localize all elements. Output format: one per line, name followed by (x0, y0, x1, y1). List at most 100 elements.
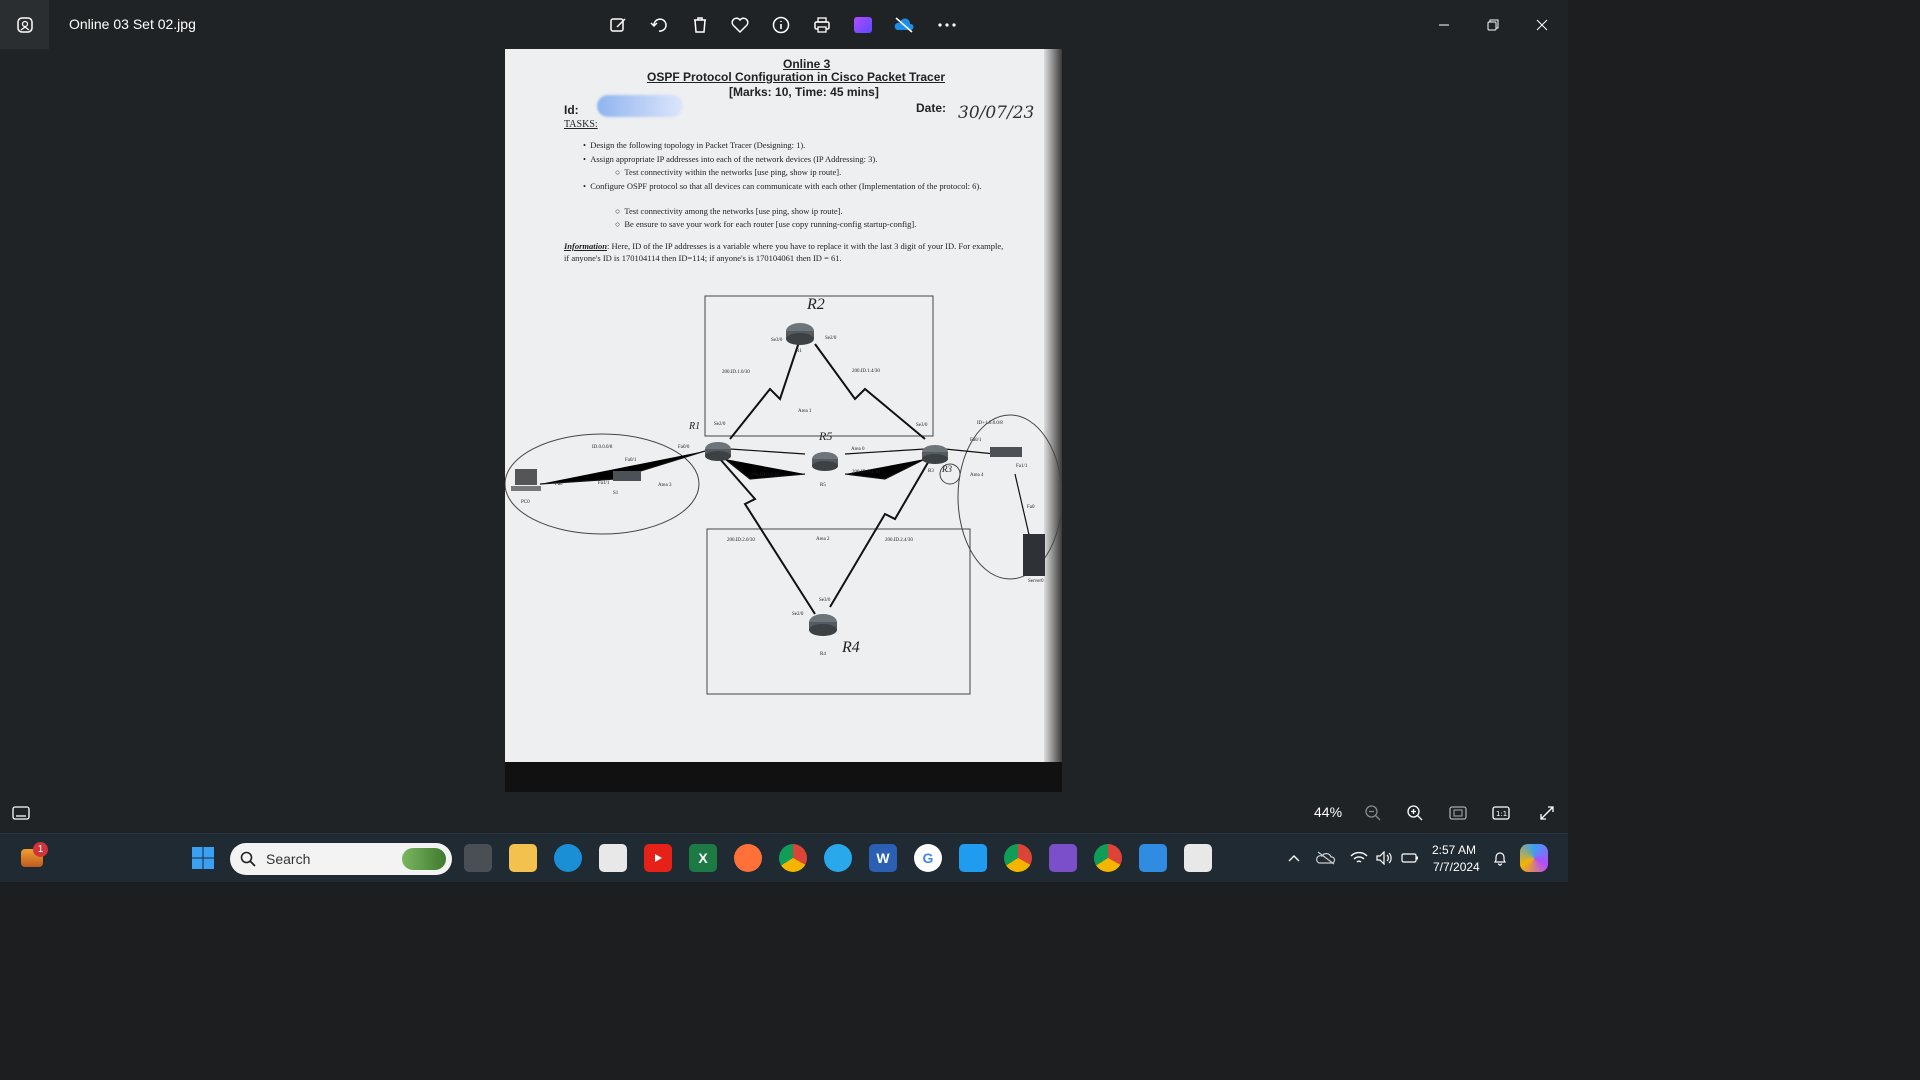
r5-handwritten: R5 (819, 429, 833, 443)
r1-se30-label: Se3/0 (771, 338, 783, 343)
edge-icon[interactable] (554, 844, 582, 872)
firefox-icon[interactable] (734, 844, 762, 872)
lan-right-label: ID+1.0.0.0/8 (977, 421, 1003, 426)
visual-studio-icon[interactable] (1049, 844, 1077, 872)
restore-icon[interactable] (1478, 10, 1508, 40)
r3-label: R3 (928, 469, 934, 474)
zoom-in-icon[interactable] (1402, 800, 1428, 826)
rotate-icon[interactable] (646, 12, 672, 38)
youtube-icon[interactable] (644, 844, 672, 872)
show-hidden-icons-icon[interactable] (1280, 844, 1308, 872)
snipping-tool-icon[interactable] (1184, 844, 1212, 872)
redacted-id-blur (597, 95, 683, 117)
date-handwritten: 30/07/23 (958, 103, 1035, 123)
id-label: Id: (564, 103, 579, 117)
search-icon (240, 851, 256, 867)
switch-s1-icon (613, 471, 641, 481)
area4-label: Area 4 (970, 473, 984, 478)
doc-title: OSPF Protocol Configuration in Cisco Pac… (647, 70, 946, 84)
server-fa0-label: Fa0 (1027, 505, 1035, 510)
task-3a: ○ Test connectivity among the networks [… (615, 206, 843, 216)
r1-label: R1 (796, 349, 802, 354)
notifications-bell-icon[interactable] (1486, 844, 1514, 872)
clock-date[interactable]: 7/7/2024 (1433, 860, 1480, 874)
task-3: • Configure OSPF protocol so that all de… (583, 181, 982, 191)
taskbar-search-box[interactable]: Search (230, 843, 452, 875)
switch-right-icon (990, 447, 1022, 457)
photos-app-icon[interactable] (0, 0, 49, 49)
s1-label: S1 (613, 491, 619, 496)
server0-icon (1023, 534, 1045, 576)
task-3b: ○ Be ensure to save your work for each r… (615, 219, 917, 229)
network-topology-diagram (505, 295, 1062, 695)
router-r4-icon (809, 614, 837, 636)
chrome-icon[interactable] (779, 844, 807, 872)
server0-label: Server0 (1028, 579, 1044, 584)
more-options-icon[interactable] (934, 12, 960, 38)
pc0-icon (511, 469, 541, 491)
volume-icon[interactable] (1370, 844, 1398, 872)
doc-heading: Online 3 (783, 57, 831, 71)
image-viewer[interactable]: Online 3 OSPF Protocol Configuration in … (0, 49, 1568, 792)
router-r5-icon (812, 452, 838, 471)
microsoft-store-icon[interactable] (599, 844, 627, 872)
s1-fa11-label: Fa1/1 (598, 481, 610, 486)
chrome-profile-icon[interactable] (1004, 844, 1032, 872)
chrome-profile-2-icon[interactable] (1094, 844, 1122, 872)
windows-taskbar: 1 Search X W G 2:57 AM 7/7/2024 (0, 833, 1568, 882)
copilot-icon[interactable] (1520, 844, 1548, 872)
pc-fa0-label: Fa0 (555, 482, 563, 487)
r3-handwritten: R3 (942, 464, 952, 474)
minimize-icon[interactable] (1429, 10, 1459, 40)
actual-size-icon[interactable]: 1:1 (1488, 800, 1514, 826)
clock-time[interactable]: 2:57 AM (1432, 843, 1476, 857)
excel-icon[interactable]: X (689, 844, 717, 872)
exam-paper-photo: Online 3 OSPF Protocol Configuration in … (505, 49, 1062, 792)
edit-image-icon[interactable] (605, 12, 631, 38)
photos-taskbar-icon[interactable] (1139, 844, 1167, 872)
r2-handwritten: R2 (807, 296, 825, 313)
task-2: • Assign appropriate IP addresses into e… (583, 154, 878, 164)
favorite-icon[interactable] (727, 12, 753, 38)
photos-app-window: Online 03 Set 02.jpg Online 3 OSPF Proto… (0, 0, 1568, 882)
switch-right-fa11: Fa1/1 (1016, 464, 1028, 469)
r4-se30-label: Se3/0 (819, 598, 831, 603)
information-paragraph: Information: Here, ID of the IP addresse… (564, 241, 1004, 263)
fit-to-window-icon[interactable] (1445, 800, 1471, 826)
svg-text:1:1: 1:1 (1496, 810, 1507, 818)
doc-marks: [Marks: 10, Time: 45 mins] (729, 85, 879, 99)
info-icon[interactable] (768, 12, 794, 38)
onedrive-off-icon[interactable] (891, 12, 917, 38)
s1-fa01-label: Fa0/1 (625, 458, 637, 463)
r1-left-handwritten: R1 (689, 421, 701, 432)
r5-label: R5 (820, 483, 826, 488)
clipchamp-icon[interactable] (850, 12, 876, 38)
delete-icon[interactable] (687, 12, 713, 38)
area2-label: Area 2 (816, 537, 830, 542)
viewer-bottom-bar: 44% 1:1 (0, 792, 1568, 833)
word-icon[interactable]: W (869, 844, 897, 872)
close-icon[interactable] (1527, 10, 1557, 40)
start-windows-icon[interactable] (189, 844, 217, 872)
task-view-icon[interactable] (464, 844, 492, 872)
telegram-icon[interactable] (824, 844, 852, 872)
net-top-left: 200.ID.1.0/30 (722, 370, 750, 375)
net-mid-left: 200.ID.0.0/30 (751, 473, 779, 478)
wifi-icon[interactable] (1345, 844, 1373, 872)
zoom-out-icon[interactable] (1360, 800, 1386, 826)
vscode-icon[interactable] (959, 844, 987, 872)
onedrive-status-icon[interactable] (1312, 844, 1340, 872)
area3-label: Area 3 (658, 483, 672, 488)
fullscreen-icon[interactable] (1534, 800, 1560, 826)
net-bot-left: 200.ID.2.0/30 (727, 538, 755, 543)
search-placeholder: Search (266, 851, 311, 867)
tasks-label: TASKS: (564, 119, 598, 130)
task-1: • Design the following topology in Packe… (583, 140, 806, 150)
print-icon[interactable] (809, 12, 835, 38)
filmstrip-icon[interactable] (8, 800, 34, 826)
router-r1-icon (786, 323, 814, 345)
google-icon[interactable]: G (914, 844, 942, 872)
battery-icon[interactable] (1396, 844, 1424, 872)
r1-se20-label: Se2/0 (825, 336, 837, 341)
file-explorer-icon[interactable] (509, 844, 537, 872)
